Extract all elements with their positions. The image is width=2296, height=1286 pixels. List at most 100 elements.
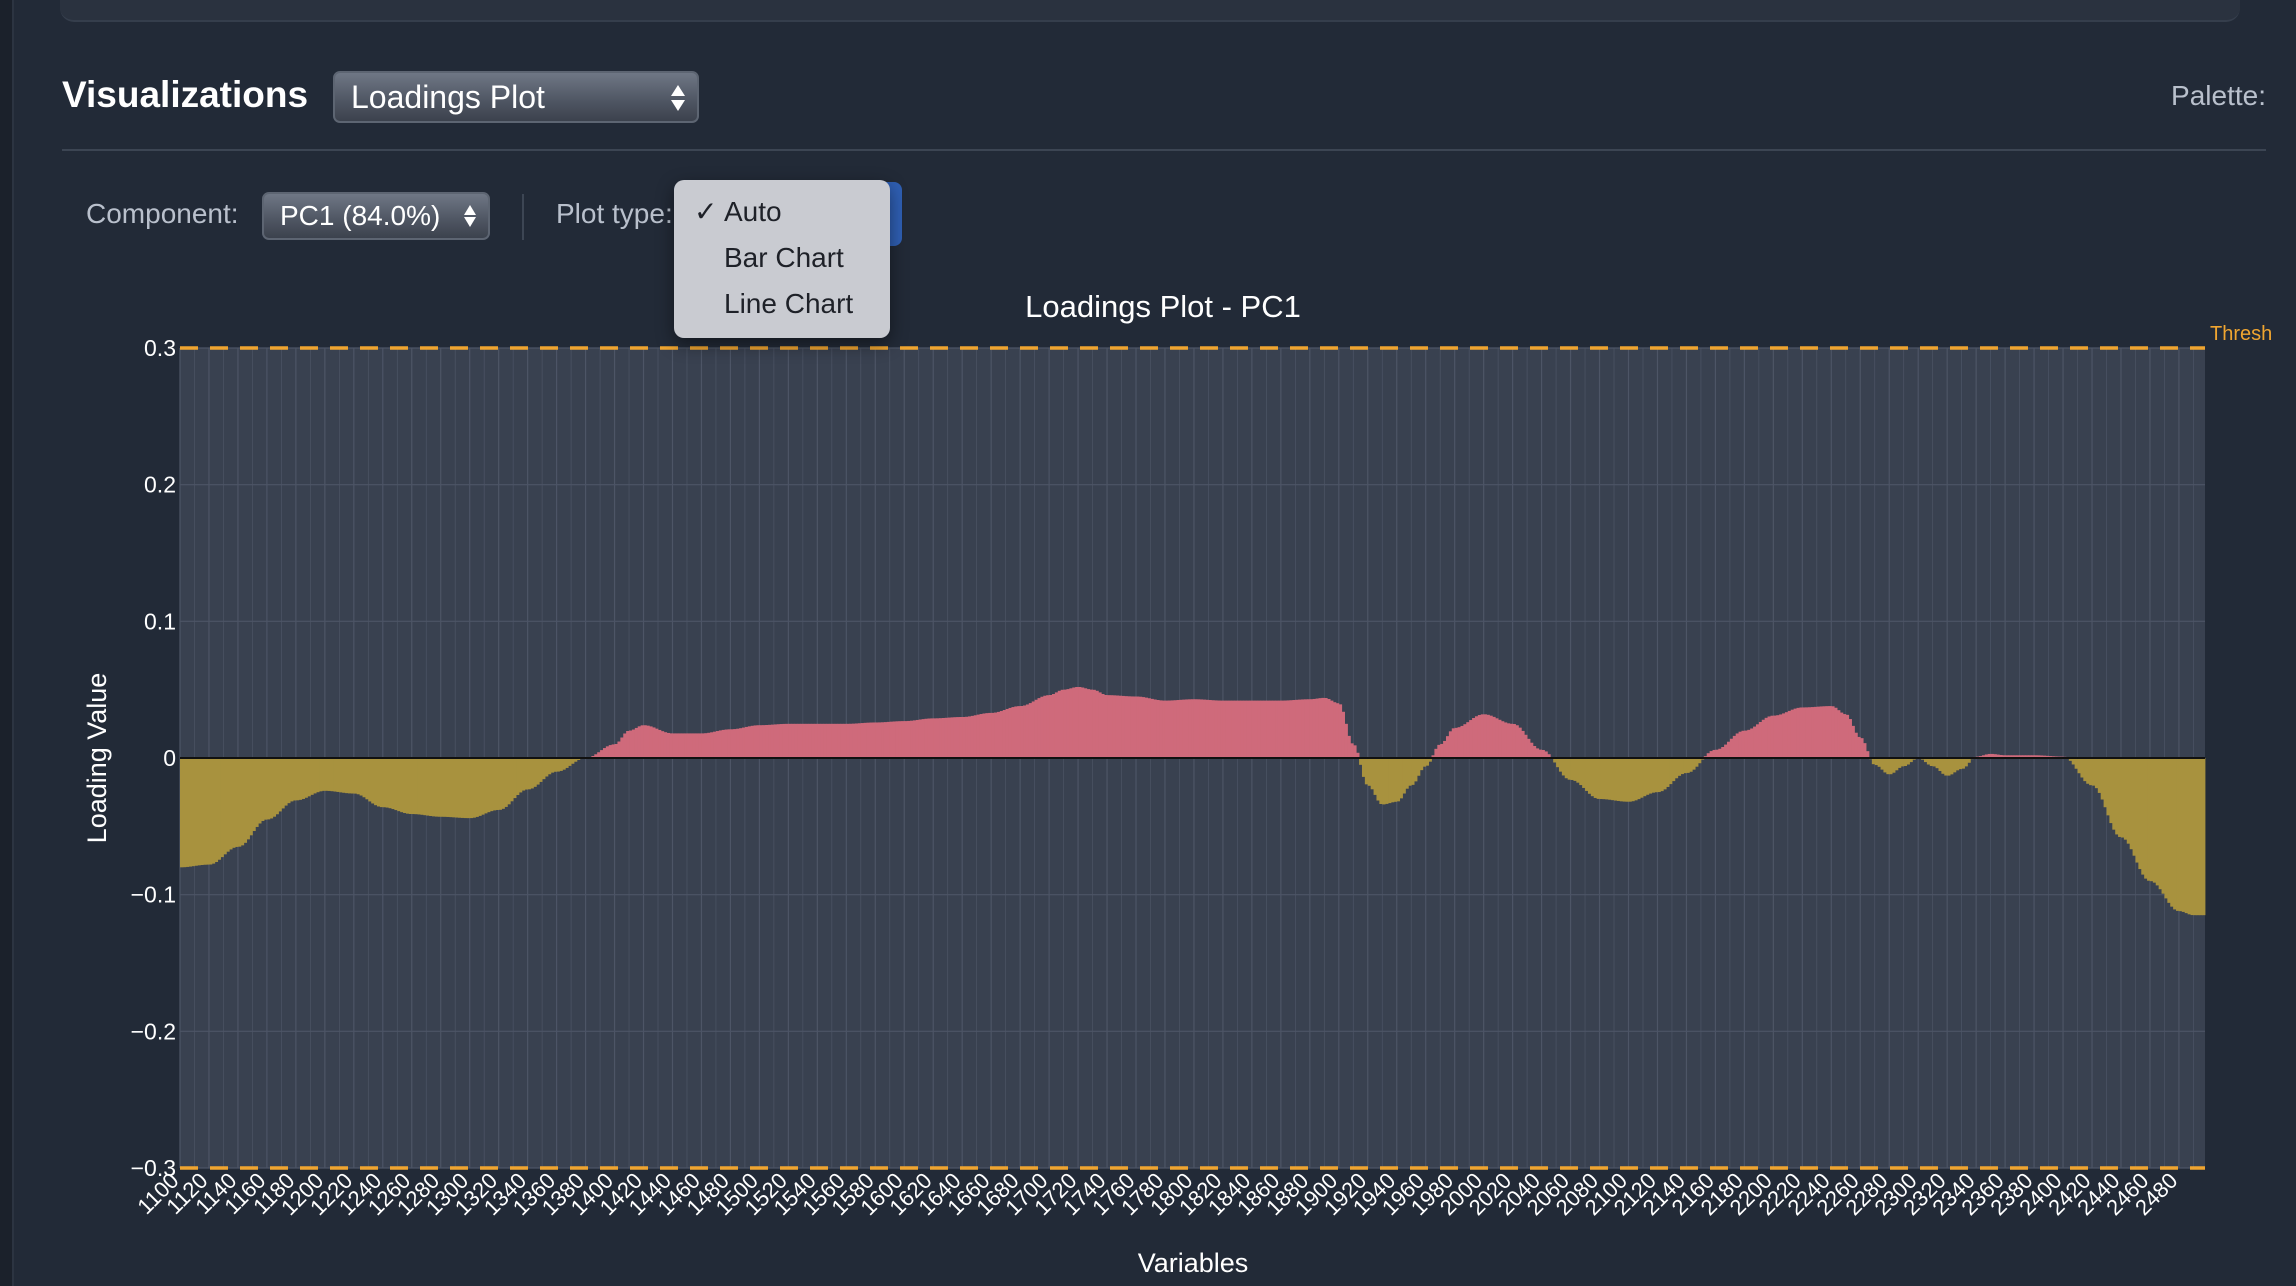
loading-bar: [1776, 715, 1780, 758]
loading-bar: [826, 723, 830, 758]
loading-bar: [1072, 687, 1076, 758]
loading-bar: [1014, 706, 1018, 758]
plot-type-option-line-chart[interactable]: Line Chart: [674, 282, 890, 326]
loading-bar: [397, 758, 401, 812]
loading-bar: [1944, 758, 1948, 776]
loading-bar: [1414, 758, 1418, 782]
loading-bar: [1952, 758, 1957, 773]
loading-bar: [1222, 700, 1227, 758]
loading-bar: [1773, 715, 1777, 758]
loading-bar: [930, 718, 934, 758]
loading-bar: [545, 758, 549, 777]
loading-bar: [1892, 758, 1896, 773]
loading-bar: [1124, 696, 1128, 758]
loading-bar: [510, 758, 514, 802]
loading-bar: [797, 723, 801, 758]
loading-bar: [1188, 699, 1192, 758]
plot-type-option-auto[interactable]: ✓ Auto: [674, 190, 890, 234]
loading-bar: [1472, 717, 1476, 758]
loading-bar: [1515, 725, 1519, 758]
loading-bar: [1570, 758, 1574, 780]
loading-bar: [762, 725, 766, 758]
loading-bar: [524, 758, 529, 790]
loading-bar: [2164, 758, 2168, 899]
loading-bar: [1440, 743, 1444, 758]
loading-bar: [304, 758, 308, 798]
loading-bar: [382, 758, 387, 808]
loading-bar: [956, 717, 960, 758]
loading-bar: [768, 724, 772, 758]
y-tick-label: 0.2: [144, 472, 176, 498]
loading-bar: [1634, 758, 1638, 801]
option-label: Bar Chart: [724, 242, 844, 273]
plot-type-option-bar-chart[interactable]: Bar Chart: [674, 236, 890, 280]
loading-bar: [1318, 698, 1322, 758]
loading-bar: [513, 758, 517, 799]
loading-bar: [1819, 706, 1823, 758]
loading-bar: [374, 758, 378, 806]
loading-bar: [206, 758, 210, 865]
loading-bar: [1382, 758, 1386, 805]
loading-bar: [1958, 758, 1963, 770]
option-label: Auto: [724, 196, 782, 227]
loading-bar: [910, 720, 914, 758]
loading-bar: [388, 758, 392, 809]
loading-bar: [953, 717, 957, 758]
loading-bar: [2178, 758, 2183, 912]
loading-bar: [2196, 758, 2200, 916]
loading-bar: [1964, 758, 1968, 767]
loading-bar: [692, 733, 697, 758]
loading-bar: [817, 723, 821, 758]
loading-bar: [834, 723, 839, 758]
loading-bar: [559, 758, 563, 771]
loading-bar: [1208, 700, 1212, 758]
loading-bar: [944, 717, 949, 758]
loading-bar: [2190, 758, 2194, 916]
loading-bar: [527, 758, 531, 790]
loading-bar: [2149, 758, 2154, 882]
loading-bar: [1602, 758, 1606, 800]
loading-bar: [1877, 758, 1881, 767]
loading-bar: [658, 729, 662, 758]
loading-bar: [805, 723, 810, 758]
loading-bar: [1379, 758, 1383, 804]
loading-bar: [1217, 700, 1221, 758]
loading-bar: [924, 718, 928, 758]
loading-bar: [1266, 700, 1270, 758]
loading-bar: [918, 719, 923, 758]
loading-bar: [1370, 758, 1374, 790]
loading-bar: [272, 758, 277, 817]
loading-bar: [976, 714, 980, 758]
loading-bar: [264, 758, 268, 820]
loading-bar: [362, 758, 366, 798]
loading-bar: [1625, 758, 1629, 802]
loading-bar: [1848, 719, 1852, 758]
loading-bar: [1399, 758, 1403, 799]
loading-bar: [747, 726, 752, 758]
loading-bar: [1947, 758, 1951, 776]
loading-bar: [1663, 758, 1667, 790]
loading-bar: [626, 731, 630, 758]
loading-bar: [710, 732, 714, 758]
loading-bar: [857, 723, 862, 758]
loading-bar: [1483, 714, 1487, 758]
loading-bar: [1098, 692, 1102, 758]
loading-bar: [1576, 758, 1580, 783]
loading-bar: [1929, 758, 1934, 766]
loading-bar: [1277, 700, 1282, 758]
loading-bar: [1599, 758, 1603, 800]
loading-bar: [498, 758, 502, 810]
loading-bar: [1454, 727, 1458, 758]
loading-bar: [1057, 690, 1062, 758]
loading-bar: [1799, 707, 1803, 758]
loading-bar: [1486, 714, 1490, 758]
loading-bar: [1561, 758, 1566, 776]
loading-bar: [970, 715, 975, 758]
loading-bar: [1709, 751, 1713, 758]
loading-bar: [849, 723, 853, 758]
loading-bar: [1269, 700, 1273, 758]
loading-bar: [1489, 715, 1493, 758]
loading-bar: [1822, 706, 1826, 758]
loading-bar: [420, 758, 424, 815]
loading-bar: [1726, 741, 1731, 758]
